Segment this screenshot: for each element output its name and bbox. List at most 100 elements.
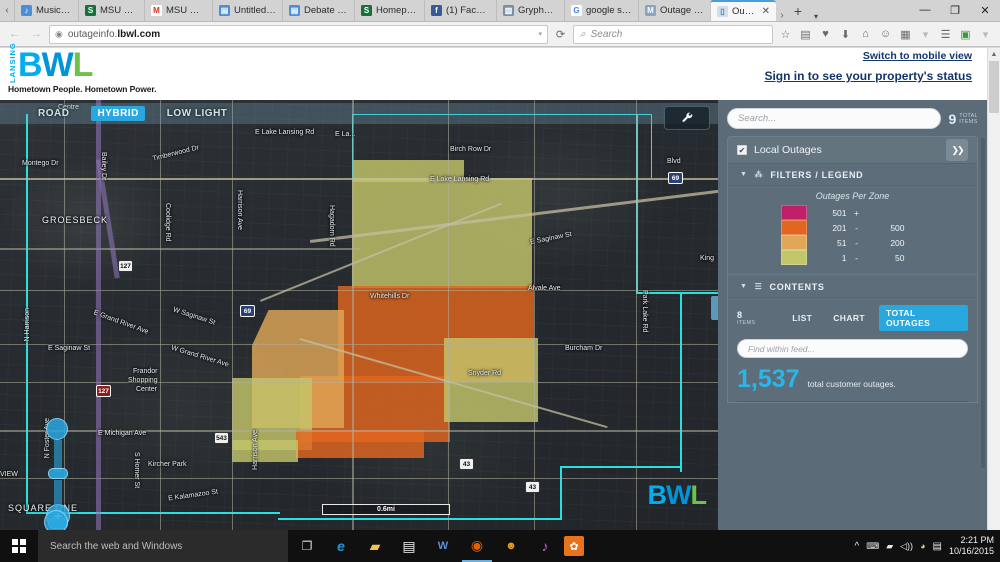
logo-letter-w: W: [41, 46, 74, 84]
zoom-slider-top[interactable]: [46, 418, 68, 440]
task-view-icon[interactable]: ❐: [292, 530, 322, 562]
tab-overflow-icon[interactable]: ›: [776, 10, 788, 21]
tab-list-dropdown-icon[interactable]: ▾: [808, 12, 824, 21]
map-canvas[interactable]: Centre E Lake Lansing Rd E La... E Lake …: [0, 100, 718, 530]
zoom-slider-bottom[interactable]: [44, 510, 68, 530]
tab-label: MSU Eve...: [100, 5, 138, 16]
total-items-counter: 9 TOTAL ITEMS: [948, 112, 978, 126]
reload-icon[interactable]: ⟳: [551, 25, 570, 44]
local-outages-checkbox[interactable]: ✔: [737, 145, 747, 155]
firefox-icon[interactable]: ◉: [462, 530, 492, 562]
legend-row[interactable]: 201 - 500: [780, 220, 925, 235]
pdf-extension-icon[interactable]: ▦: [896, 25, 915, 44]
start-button[interactable]: [0, 530, 38, 562]
browser-tab[interactable]: ▤ Untitled ...: [212, 0, 282, 21]
legend-row[interactable]: 501 +: [780, 205, 925, 220]
store-icon[interactable]: ▤: [394, 530, 424, 562]
settings-icon[interactable]: ✿: [564, 536, 584, 556]
word-icon[interactable]: W: [428, 530, 458, 562]
basemap-option-road[interactable]: ROAD: [32, 106, 75, 121]
lastpass-icon[interactable]: ▣: [956, 25, 975, 44]
downloads-icon[interactable]: ⬇: [836, 25, 855, 44]
clock[interactable]: 2:21 PM 10/16/2015: [949, 535, 994, 557]
tab-chart[interactable]: CHART: [826, 310, 872, 326]
browser-tab[interactable]: M MSU Coll...: [144, 0, 212, 21]
map-label: King: [700, 255, 715, 262]
wifi-icon[interactable]: ▰: [886, 541, 893, 552]
edge-icon[interactable]: e: [326, 530, 356, 562]
menu-hamburger-icon[interactable]: ☰: [936, 25, 955, 44]
tab-favicon-google: G: [571, 5, 582, 16]
browser-search-box[interactable]: ⌕ Search: [573, 24, 773, 44]
search-input[interactable]: Search...: [727, 108, 942, 129]
sign-in-link[interactable]: Sign in to see your property's status: [764, 69, 972, 83]
url-history-dropdown-icon[interactable]: ▾: [538, 30, 542, 38]
territory-outline-segment: [560, 466, 682, 468]
filters-legend-header[interactable]: ▼ ⁂ FILTERS / LEGEND: [728, 164, 977, 186]
tab-total-outages[interactable]: TOTAL OUTAGES: [879, 305, 968, 331]
close-window-button[interactable]: ✕: [970, 0, 1000, 21]
new-tab-button[interactable]: +: [788, 1, 808, 21]
browser-tab[interactable]: M Outage C...: [638, 0, 710, 21]
onedrive-icon[interactable]: ◕: [920, 541, 925, 551]
browser-tab[interactable]: ▨ Gryphon4: [496, 0, 564, 21]
basemap-option-low-light[interactable]: LOW LIGHT: [161, 106, 234, 121]
legend-row[interactable]: 1 - 50: [780, 250, 925, 265]
volume-icon[interactable]: ◁)): [900, 541, 913, 552]
scrollbar-thumb[interactable]: [989, 61, 999, 113]
taskbar-search-box[interactable]: Search the web and Windows: [38, 530, 288, 562]
layer-header[interactable]: ✔ Local Outages ❯❯: [728, 137, 977, 164]
browser-tab-active[interactable]: ▯ Outa... ✕: [710, 0, 776, 21]
maximize-button[interactable]: ❐: [940, 0, 970, 21]
browser-tab[interactable]: f (1) Faceb...: [424, 0, 496, 21]
action-center-icon[interactable]: ▤: [933, 541, 942, 552]
chevron-down-icon[interactable]: ▼: [740, 171, 748, 178]
search-placeholder: Search: [590, 28, 623, 40]
legend-row[interactable]: 51 - 200: [780, 235, 925, 250]
minimize-button[interactable]: —: [910, 0, 940, 21]
panel-scrollbar[interactable]: [981, 138, 985, 468]
legend-swatch: [780, 235, 807, 250]
extension-dropdown-icon[interactable]: ▾: [916, 25, 935, 44]
browser-tab[interactable]: ♪ Music Th...: [14, 0, 78, 21]
browser-tab[interactable]: S MSU Eve...: [78, 0, 144, 21]
basemap-option-hybrid[interactable]: HYBRID: [91, 106, 145, 121]
app-orange-icon[interactable]: ☻: [496, 530, 526, 562]
bookmark-star-icon[interactable]: ☆: [776, 25, 795, 44]
itunes-icon[interactable]: ♪: [530, 530, 560, 562]
scroll-up-arrow-icon[interactable]: ▲: [988, 48, 1000, 61]
tab-scroll-left-button[interactable]: ‹: [0, 0, 14, 21]
chevron-down-icon[interactable]: ▼: [740, 283, 748, 290]
chevron-double-down-icon[interactable]: ❯❯: [946, 139, 968, 161]
tab-list[interactable]: LIST: [785, 310, 819, 326]
pocket-icon[interactable]: ♥: [816, 25, 835, 44]
legend-swatch: [780, 220, 807, 235]
browser-tab[interactable]: ▤ Debate R...: [282, 0, 354, 21]
forward-icon[interactable]: →: [27, 25, 46, 44]
switch-to-mobile-view-link[interactable]: Switch to mobile view: [863, 50, 972, 62]
address-bar[interactable]: ◉ outageinfo.lbwl.com ▾: [49, 24, 548, 44]
watermark-letter-b: B: [647, 480, 667, 510]
tray-expand-icon[interactable]: ^: [855, 541, 860, 552]
browser-tab[interactable]: S Homepa...: [354, 0, 424, 21]
zoom-slider-handle[interactable]: [48, 468, 68, 479]
map-scale-bar: 0.6mi: [322, 504, 450, 515]
page-scrollbar[interactable]: ▲: [987, 48, 1000, 530]
keyboard-icon[interactable]: ⌨: [866, 541, 879, 552]
map-tools-button[interactable]: [664, 106, 710, 130]
map-bwl-watermark: B W L: [647, 480, 707, 510]
file-explorer-icon[interactable]: ▰: [360, 530, 390, 562]
browser-tab[interactable]: G google sc...: [564, 0, 638, 21]
home-icon[interactable]: ⌂: [856, 25, 875, 44]
feed-search-input[interactable]: Find within feed...: [737, 339, 968, 358]
tab-label: Gryphon4: [518, 5, 558, 16]
reading-list-icon[interactable]: ▤: [796, 25, 815, 44]
tab-favicon-facebook: f: [431, 5, 442, 16]
hello-icon[interactable]: ☺: [876, 25, 895, 44]
tab-close-icon[interactable]: ✕: [762, 6, 770, 17]
lastpass-dropdown-icon[interactable]: ▾: [976, 25, 995, 44]
panel-collapse-handle[interactable]: [711, 296, 718, 320]
contents-header[interactable]: ▼ ☰ CONTENTS: [728, 276, 977, 298]
route-shield: 543: [214, 432, 229, 444]
back-icon[interactable]: ←: [5, 25, 24, 44]
